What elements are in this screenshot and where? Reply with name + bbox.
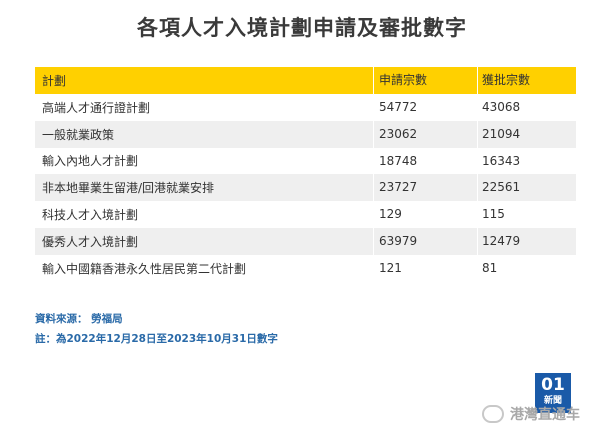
cell-applications: 23727: [373, 174, 477, 202]
cell-approved: 16343: [477, 147, 576, 175]
cell-scheme: 優秀人才入境計劃: [42, 234, 139, 249]
page-title: 各項人才入境計劃申請及審批數字: [137, 16, 467, 40]
cell-applications: 23062: [373, 120, 477, 148]
source-note: 資料來源： 勞福局: [35, 313, 123, 325]
table-row: 非本地畢業生留港/回港就業安排 23727 22561: [35, 174, 576, 202]
cell-applications: 121: [373, 254, 477, 282]
cell-scheme: 輸入內地人才計劃: [42, 154, 139, 169]
cell-applications: 63979: [373, 227, 477, 255]
cell-scheme: 輸入中國籍香港永久性居民第二代計劃: [42, 261, 247, 276]
watermark-text: 港灣直通车: [510, 407, 580, 423]
table-header: 計劃 申請宗數 獲批宗數: [35, 67, 576, 94]
watermark: 港灣直通车: [482, 404, 580, 424]
header-scheme: 計劃: [42, 74, 67, 88]
table-row: 高端人才通行證計劃 54772 43068: [35, 94, 576, 121]
cell-approved: 21094: [477, 120, 576, 148]
cell-applications: 18748: [373, 147, 477, 175]
logo-number: 01: [541, 375, 565, 395]
cell-approved: 12479: [477, 227, 576, 255]
data-table: 計劃 申請宗數 獲批宗數 高端人才通行證計劃 54772 43068 一般就業政…: [35, 67, 576, 282]
cell-approved: 81: [477, 254, 576, 282]
table-row: 科技人才入境計劃 129 115: [35, 201, 576, 228]
table-row: 一般就業政策 23062 21094: [35, 120, 576, 148]
cell-approved: 22561: [477, 174, 576, 202]
cell-applications: 129: [373, 201, 477, 228]
cell-approved: 115: [477, 201, 576, 228]
table-row: 優秀人才入境計劃 63979 12479: [35, 227, 576, 255]
cell-scheme: 高端人才通行證計劃: [42, 100, 151, 115]
cell-approved: 43068: [477, 94, 576, 121]
remark-note: 註：為2022年12月28日至2023年10月31日數字: [35, 333, 278, 345]
cell-applications: 54772: [373, 94, 477, 121]
table-row: 輸入中國籍香港永久性居民第二代計劃 121 81: [35, 254, 576, 282]
wechat-icon: [482, 405, 504, 423]
cell-scheme: 非本地畢業生留港/回港就業安排: [42, 181, 215, 196]
table-row: 輸入內地人才計劃 18748 16343: [35, 147, 576, 175]
cell-scheme: 科技人才入境計劃: [42, 208, 139, 223]
header-approved: 獲批宗數: [477, 67, 576, 94]
header-applications: 申請宗數: [373, 67, 477, 94]
cell-scheme: 一般就業政策: [42, 127, 115, 142]
